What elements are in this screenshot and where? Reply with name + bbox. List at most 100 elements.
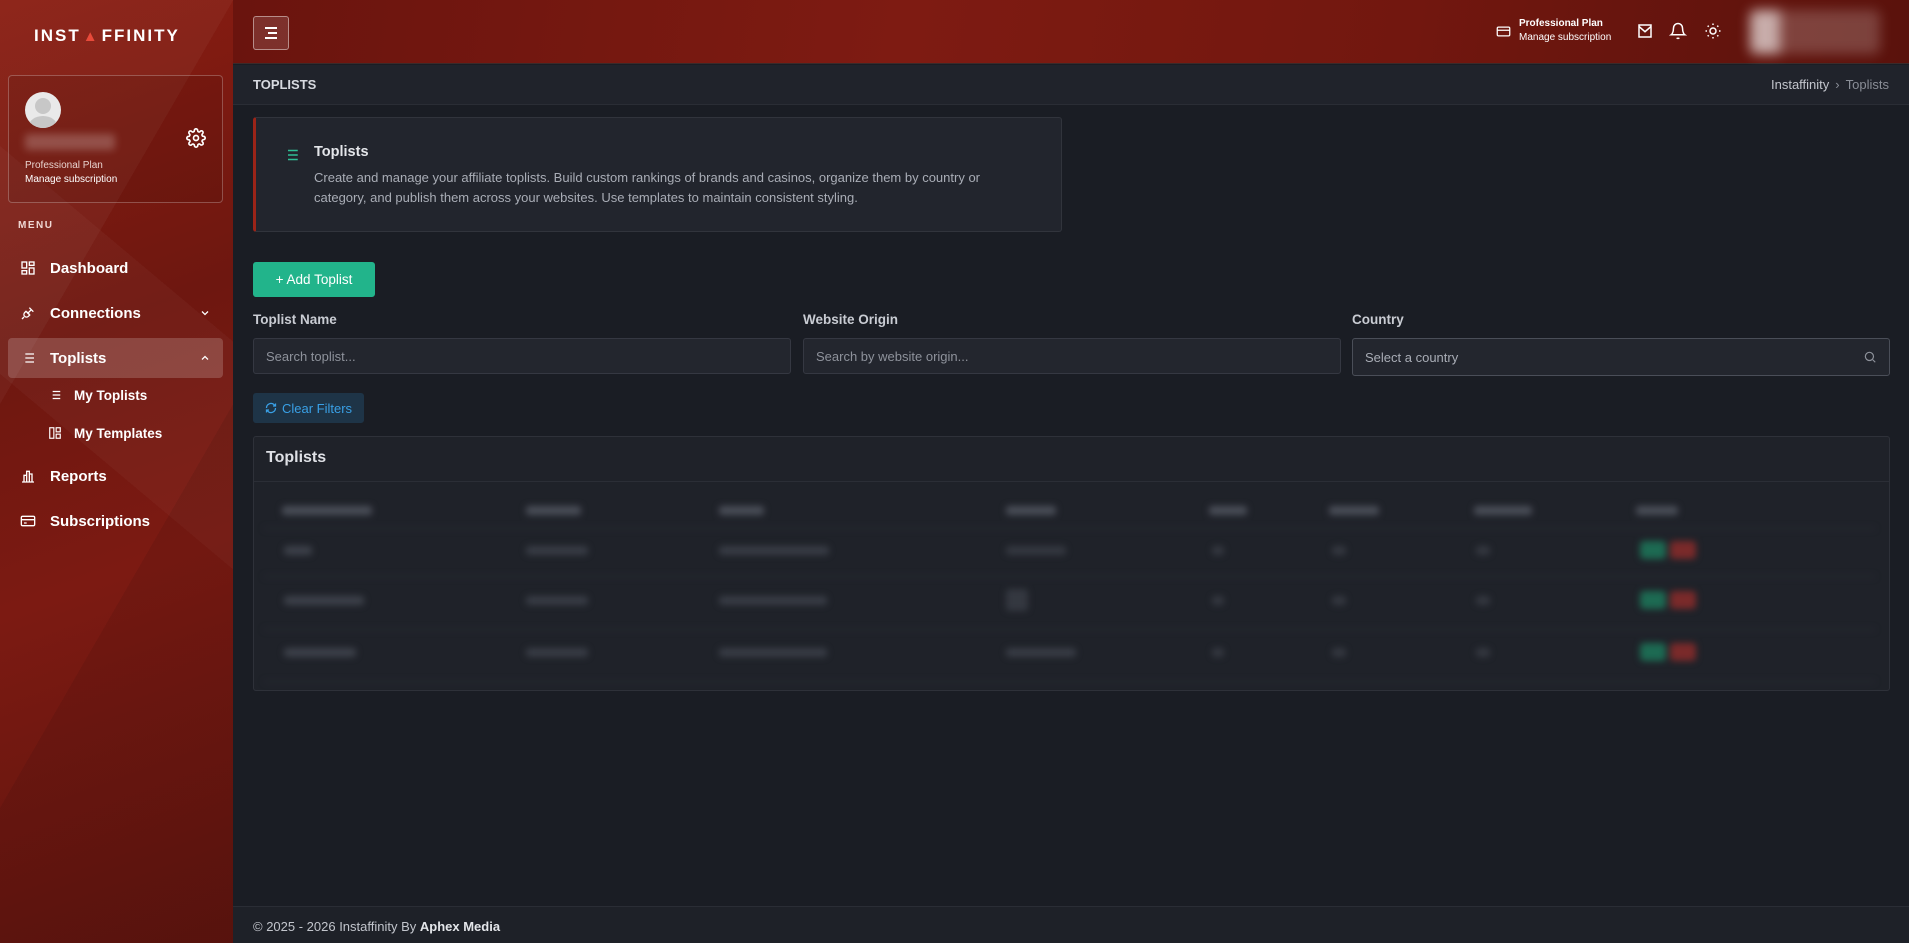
chevron-down-icon <box>201 311 209 316</box>
blurred-cell <box>1212 648 1224 657</box>
blurred-cell <box>526 546 588 555</box>
country-label: Country <box>1352 312 1404 327</box>
list-icon <box>284 149 298 161</box>
info-description: Create and manage your affiliate toplist… <box>314 170 981 205</box>
sidebar-item-label: Connections <box>50 304 141 322</box>
country-select-placeholder: Select a country <box>1365 349 1459 365</box>
blurred-column-header <box>282 506 372 515</box>
hamburger-icon <box>265 27 277 39</box>
plan-indicator[interactable]: Professional Plan Manage subscription <box>1496 17 1611 45</box>
blurred-cell <box>719 596 827 605</box>
sidebar-item-label: Reports <box>50 467 107 485</box>
table-row-divider <box>264 528 1875 529</box>
blurred-table-content <box>254 481 1889 690</box>
add-toplist-button[interactable]: + Add Toplist <box>253 262 375 297</box>
blurred-cell <box>719 648 827 657</box>
bell-icon[interactable] <box>1669 22 1687 40</box>
menu-title: MENU <box>18 220 54 231</box>
clear-filters-button[interactable]: Clear Filters <box>253 393 364 423</box>
footer-copyright: © 2025 - 2026 Instaffinity By <box>253 919 420 934</box>
blurred-cell <box>1212 596 1224 605</box>
blurred-column-header <box>1006 506 1056 515</box>
blurred-cell <box>1476 546 1490 555</box>
sidebar-subitem-label: My Toplists <box>74 387 148 403</box>
blurred-cell <box>1332 648 1346 657</box>
blurred-delete-button[interactable] <box>1670 591 1696 609</box>
info-card: Toplists Create and manage your affiliat… <box>253 117 1062 232</box>
blurred-edit-button[interactable] <box>1640 591 1666 609</box>
logo-text-right: FFINITY <box>101 26 180 45</box>
topbar: Professional Plan Manage subscription <box>233 0 1909 64</box>
logo[interactable]: INST ▲ FFINITY <box>34 24 180 48</box>
refresh-icon <box>265 402 277 414</box>
toplist-name-input[interactable] <box>253 338 791 374</box>
bar-chart-icon <box>22 470 34 483</box>
user-menu[interactable] <box>1750 10 1880 54</box>
sidebar-item-toplists[interactable]: Toplists <box>8 338 223 378</box>
manage-subscription-link[interactable]: Manage subscription <box>25 174 117 185</box>
footer-text: © 2025 - 2026 Instaffinity By Aphex Medi… <box>253 919 500 934</box>
blurred-cell <box>1332 596 1346 605</box>
plan-text: Professional Plan Manage subscription <box>1519 17 1611 45</box>
manage-subscription-link[interactable]: Manage subscription <box>1519 32 1611 43</box>
card-icon <box>20 515 36 527</box>
mail-icon[interactable] <box>1636 22 1654 40</box>
chevron-right-icon: › <box>1835 77 1840 92</box>
gear-icon[interactable] <box>186 128 206 148</box>
sidebar-item-dashboard[interactable]: Dashboard <box>8 248 223 288</box>
blurred-edit-button[interactable] <box>1640 643 1666 661</box>
blurred-cell <box>526 648 588 657</box>
sidebar-subitem-label: My Templates <box>74 425 163 441</box>
blurred-cell <box>1212 546 1224 555</box>
blurred-cell <box>1476 596 1490 605</box>
list-icon <box>22 353 34 363</box>
blurred-column-header <box>526 506 581 515</box>
blurred-cell <box>1006 589 1028 611</box>
chevron-up-icon <box>201 355 209 360</box>
footer-company: Aphex Media <box>419 919 501 934</box>
blurred-cell <box>284 596 364 605</box>
toplist-name-label: Toplist Name <box>253 312 337 327</box>
blurred-delete-button[interactable] <box>1670 541 1696 559</box>
sidebar-item-subscriptions[interactable]: Subscriptions <box>8 501 223 541</box>
breadcrumb-current: Toplists <box>1845 77 1889 92</box>
footer: © 2025 - 2026 Instaffinity By Aphex Medi… <box>233 906 1909 943</box>
blurred-column-header <box>1474 506 1532 515</box>
sidebar-subitem-my-toplists[interactable]: My Toplists <box>48 383 147 407</box>
sidebar-item-connections[interactable]: Connections <box>8 293 223 333</box>
website-origin-label: Website Origin <box>803 312 899 327</box>
blurred-column-header <box>719 506 764 515</box>
search-icon <box>1864 351 1876 363</box>
profile-plan: Professional Plan <box>25 160 103 171</box>
profile-card: Professional Plan Manage subscription <box>8 75 223 203</box>
menu-toggle-button[interactable] <box>253 16 289 50</box>
blurred-cell <box>719 546 829 555</box>
sidebar-item-label: Dashboard <box>50 259 129 277</box>
table-row-divider <box>264 576 1875 577</box>
blurred-delete-button[interactable] <box>1670 643 1696 661</box>
table-title: Toplists <box>266 449 327 466</box>
profile-name-blurred <box>25 134 115 150</box>
logo-triangle-icon: ▲ <box>82 27 100 45</box>
blurred-edit-button[interactable] <box>1640 541 1666 559</box>
info-title: Toplists <box>314 144 369 160</box>
plan-name: Professional Plan <box>1519 18 1603 29</box>
website-origin-input[interactable] <box>803 338 1341 374</box>
avatar[interactable] <box>25 92 61 128</box>
plug-icon <box>21 307 34 320</box>
breadcrumb: Instaffinity › Toplists <box>1771 77 1889 92</box>
blurred-cell <box>284 648 356 657</box>
country-select[interactable]: Select a country <box>1352 338 1890 376</box>
blurred-column-header <box>1636 506 1678 515</box>
blurred-cell <box>526 596 588 605</box>
breadcrumb-home[interactable]: Instaffinity <box>1771 77 1829 92</box>
dashboard-icon <box>21 261 35 275</box>
sidebar-subitem-my-templates[interactable]: My Templates <box>48 421 162 445</box>
blurred-cell <box>1006 546 1066 555</box>
sidebar-item-label: Toplists <box>50 349 107 367</box>
sidebar: INST ▲ FFINITY Professional Plan Manage … <box>0 0 233 943</box>
blurred-column-header <box>1209 506 1247 515</box>
page-header: TOPLISTS Instaffinity › Toplists <box>233 65 1909 105</box>
sidebar-item-reports[interactable]: Reports <box>8 456 223 496</box>
sun-icon[interactable] <box>1704 22 1722 40</box>
